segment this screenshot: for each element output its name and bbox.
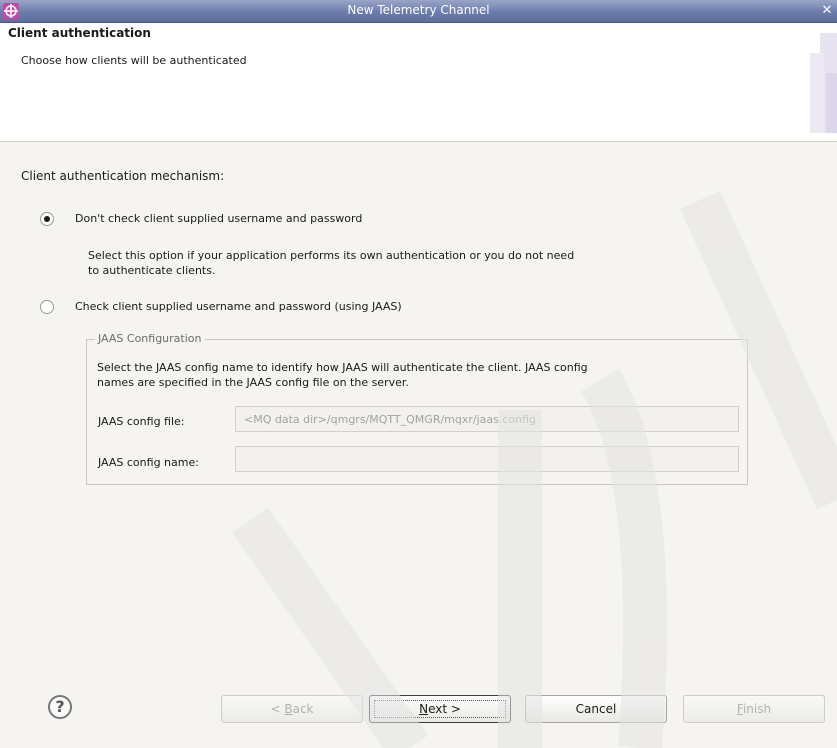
jaas-description-line1: Select the JAAS config name to identify … [97,361,588,374]
jaas-description: Select the JAAS config name to identify … [97,360,717,390]
wizard-footer: ? < Back Next > Cancel Finish [0,662,837,748]
window-title: New Telemetry Channel [347,3,490,17]
finish-button[interactable]: Finish [683,695,825,723]
new-telemetry-channel-dialog: New Telemetry Channel ✕ Client authentic… [0,0,837,748]
close-icon[interactable]: ✕ [817,0,837,22]
option-description-line1: Select this option if your application p… [88,249,575,262]
next-button[interactable]: Next > [369,695,511,723]
jaas-config-file-label: JAAS config file: [98,415,185,428]
help-icon[interactable]: ? [48,695,72,719]
page-title: Client authentication [8,26,151,40]
jaas-description-line2: names are specified in the JAAS config f… [97,376,409,389]
back-button-prefix: < [270,702,285,716]
mechanism-label: Client authentication mechanism: [21,169,225,183]
wizard-banner-icon [810,33,837,133]
radio-no-check-label[interactable]: Don't check client supplied username and… [75,212,362,225]
radio-no-check[interactable] [40,212,54,226]
back-button-mnemonic: B [284,702,293,716]
wizard-content: Client authentication mechanism: Don't c… [0,142,837,662]
radio-jaas-check[interactable] [40,300,54,314]
back-button-text: ack [292,702,314,716]
jaas-config-name-field[interactable] [235,446,739,472]
cancel-button[interactable]: Cancel [525,695,667,723]
option-description: Select this option if your application p… [88,248,708,278]
wizard-header: Client authentication Choose how clients… [0,23,837,142]
jaas-config-file-field[interactable]: <MQ data dir>/qmgrs/MQTT_QMGR/mqxr/jaas.… [235,406,739,432]
jaas-group-title: JAAS Configuration [95,332,205,345]
radio-jaas-check-label[interactable]: Check client supplied username and passw… [75,300,402,313]
jaas-config-name-label: JAAS config name: [98,456,199,469]
option-description-line2: to authenticate clients. [88,264,216,277]
back-button[interactable]: < Back [221,695,363,723]
title-bar: New Telemetry Channel ✕ [0,0,837,23]
finish-button-text: inish [742,702,772,716]
jaas-config-group: JAAS Configuration Select the JAAS confi… [86,332,748,485]
next-button-focus-ring [374,700,506,718]
page-description: Choose how clients will be authenticated [21,54,247,67]
